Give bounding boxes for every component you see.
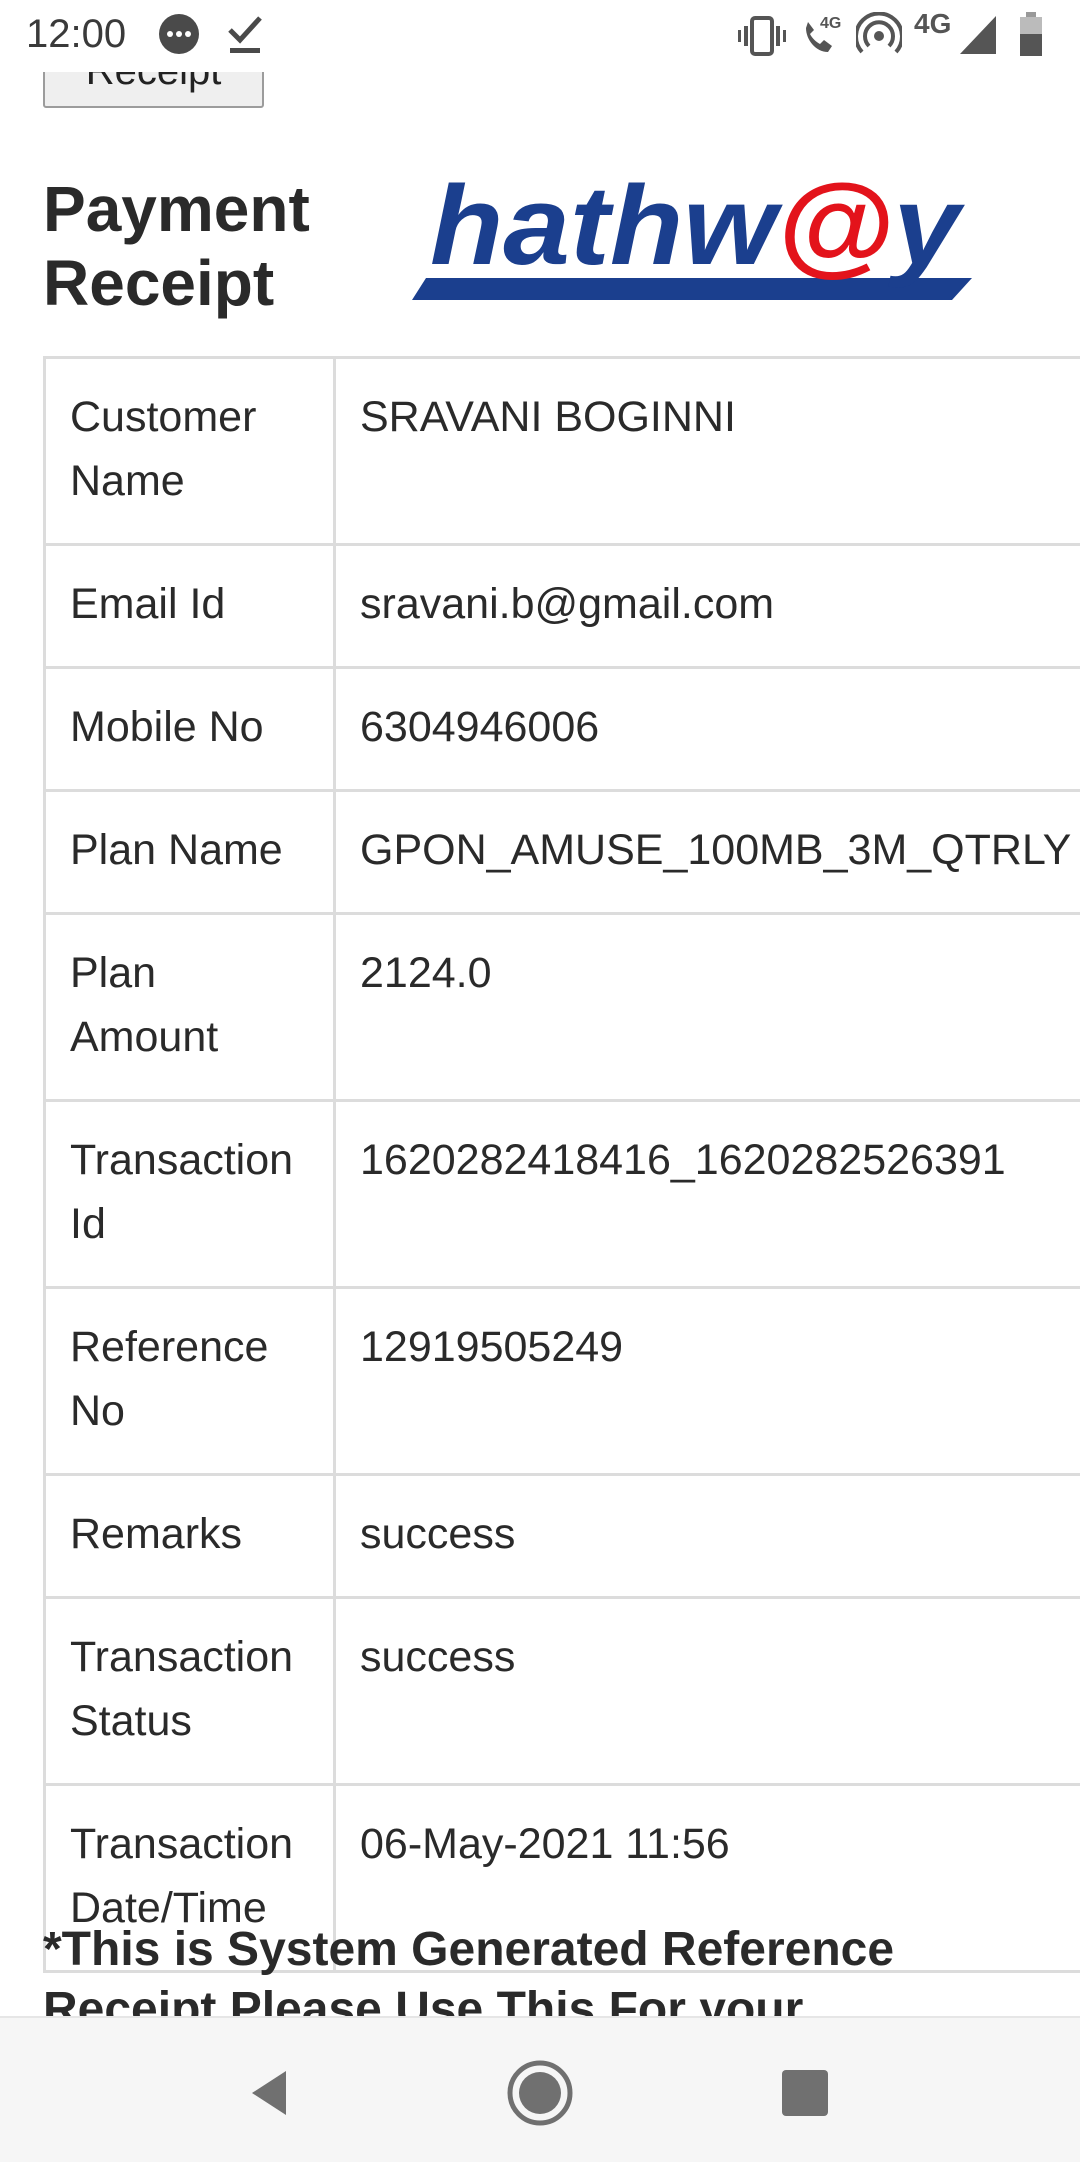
system-generated-note: *This is System Generated Reference Rece… — [43, 1920, 1043, 2016]
table-row: Email Idsravani.b@gmail.com — [45, 545, 1080, 668]
signal-icon — [958, 14, 998, 56]
status-time: 12:00 — [26, 12, 126, 57]
table-row: Plan NameGPON_AMUSE_100MB_3M_QTRLY — [45, 791, 1080, 914]
status-bar: 12:00 4G 4G — [0, 0, 1080, 72]
row-value: success — [335, 1475, 1080, 1598]
table-row: Mobile No6304946006 — [45, 668, 1080, 791]
row-label: Email Id — [45, 545, 335, 668]
table-row: Plan Amount2124.0 — [45, 914, 1080, 1101]
row-value: SRAVANI BOGINNI — [335, 358, 1080, 545]
svg-text:4G: 4G — [820, 15, 841, 32]
table-row: Transaction Statussuccess — [45, 1598, 1080, 1785]
row-value: success — [335, 1598, 1080, 1785]
home-icon — [504, 2057, 576, 2129]
row-label: Customer Name — [45, 358, 335, 545]
nav-home-button[interactable] — [495, 2048, 585, 2138]
row-value: 6304946006 — [335, 668, 1080, 791]
svg-text:hathw@y: hathw@y — [430, 163, 965, 288]
row-value: sravani.b@gmail.com — [335, 545, 1080, 668]
row-value: 12919505249 — [335, 1288, 1080, 1475]
page-content: Receipt Payment Receipt hathw@y Customer… — [0, 0, 1080, 2016]
row-label: Reference No — [45, 1288, 335, 1475]
message-bubble-icon — [156, 12, 202, 58]
row-value: 1620282418416_1620282526391 — [335, 1101, 1080, 1288]
row-value: GPON_AMUSE_100MB_3M_QTRLY — [335, 791, 1080, 914]
hathway-logo: hathw@y — [412, 160, 992, 310]
recents-icon — [778, 2066, 832, 2120]
row-label: Remarks — [45, 1475, 335, 1598]
table-row: Reference No12919505249 — [45, 1288, 1080, 1475]
row-label: Mobile No — [45, 668, 335, 791]
row-label: Transaction Id — [45, 1101, 335, 1288]
page-title: Payment Receipt — [43, 172, 343, 320]
network-type-label: 4G — [914, 8, 951, 40]
nav-back-button[interactable] — [225, 2048, 315, 2138]
row-value: 2124.0 — [335, 914, 1080, 1101]
nav-recents-button[interactable] — [760, 2048, 850, 2138]
table-row: Transaction Id1620282418416_162028252639… — [45, 1101, 1080, 1288]
back-icon — [240, 2063, 300, 2123]
download-done-icon — [226, 14, 266, 56]
row-label: Transaction Status — [45, 1598, 335, 1785]
battery-icon — [1018, 10, 1044, 58]
table-row: Remarkssuccess — [45, 1475, 1080, 1598]
table-row: Customer NameSRAVANI BOGINNI — [45, 358, 1080, 545]
hotspot-icon — [856, 12, 902, 58]
volte-call-icon: 4G — [800, 10, 846, 58]
row-label: Plan Name — [45, 791, 335, 914]
vibrate-icon — [738, 14, 786, 58]
row-label: Plan Amount — [45, 914, 335, 1101]
payment-details-table: Customer NameSRAVANI BOGINNIEmail Idsrav… — [43, 356, 1080, 1973]
navigation-bar — [0, 2016, 1080, 2162]
